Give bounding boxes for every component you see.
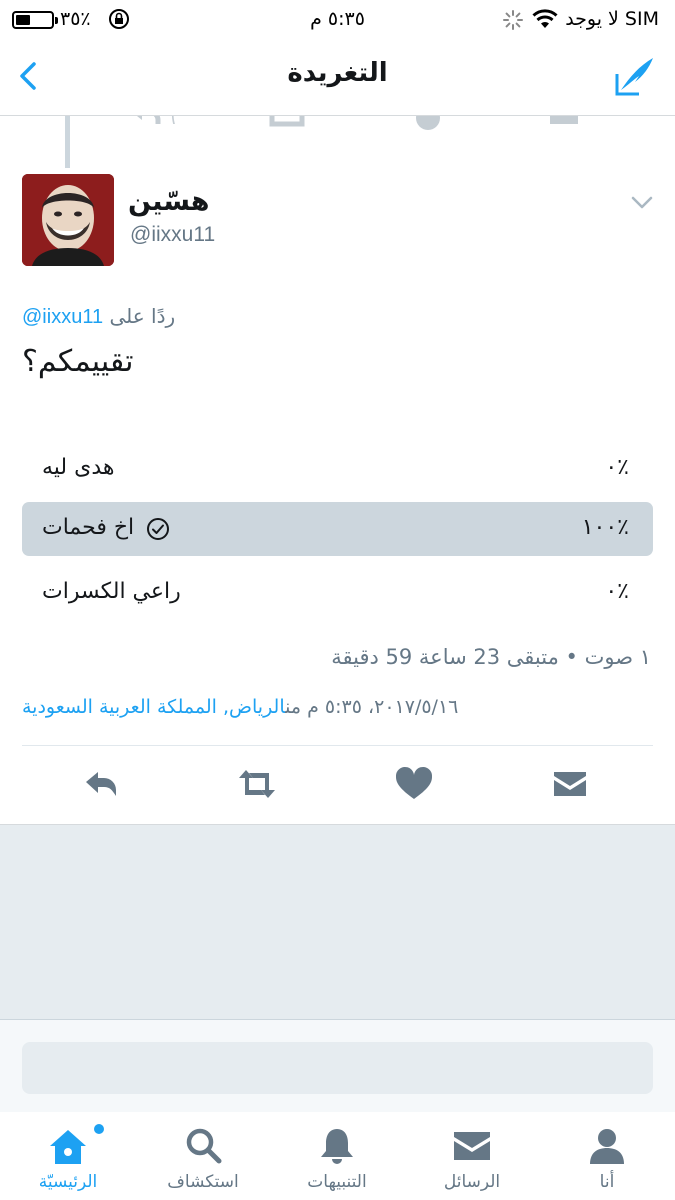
notification-dot xyxy=(94,1124,104,1134)
bell-icon xyxy=(321,1129,353,1164)
tab-me[interactable]: أنا xyxy=(547,1112,667,1200)
heart-icon xyxy=(416,116,440,130)
tab-label: الرئيسيّة xyxy=(38,1172,98,1192)
tweet-location-link[interactable]: الرياض, المملكة العربية السعودية xyxy=(22,696,285,718)
user-handle[interactable]: @iixxu11 xyxy=(130,223,215,247)
thread-line xyxy=(65,116,70,168)
tab-notifications[interactable]: التنبيهات xyxy=(277,1112,397,1200)
from-prefix: من xyxy=(285,696,302,718)
tab-bar: الرئيسيّة استكشاف التنبيهات الرسائل أنا xyxy=(0,1112,675,1200)
envelope-icon[interactable] xyxy=(550,766,590,802)
reply-input[interactable] xyxy=(22,1042,653,1094)
poll-option-3: راعي الكسرات ٠٪ xyxy=(22,566,653,620)
reply-context: @iixxu11 ردًا على xyxy=(22,304,175,329)
poll-option-percent: ٠٪ xyxy=(605,579,629,604)
tweet-timestamp: ٢٠١٧/٥/١٦، ٥:٣٥ م xyxy=(307,696,459,718)
chevron-down-icon[interactable] xyxy=(631,196,653,210)
message-icon xyxy=(550,116,578,124)
compose-tweet-icon[interactable] xyxy=(613,54,657,98)
display-name[interactable]: هسّين xyxy=(128,186,210,217)
tab-label: استكشاف xyxy=(167,1172,239,1192)
previous-tweet-actions: ٦ xyxy=(0,116,675,134)
svg-text:٦: ٦ xyxy=(166,116,176,129)
poll-option-percent: ١٠٠٪ xyxy=(581,515,629,540)
reply-mention-link[interactable]: @iixxu11 xyxy=(22,306,103,328)
search-icon xyxy=(186,1128,222,1164)
poll-option-2: اخ فحمات ١٠٠٪ xyxy=(22,502,653,556)
replies-area xyxy=(0,824,675,1020)
tab-explore[interactable]: استكشاف xyxy=(143,1112,263,1200)
reply-prefix: ردًا على xyxy=(109,304,176,328)
tab-label: أنا xyxy=(599,1172,615,1192)
poll-option-label: راعي الكسرات xyxy=(42,579,181,604)
tweet-meta: ٢٠١٧/٥/١٦، ٥:٣٥ م منالرياض, المملكة العر… xyxy=(22,696,458,718)
tab-messages[interactable]: الرسائل xyxy=(412,1112,532,1200)
poll-option-label: اخ فحمات xyxy=(42,515,135,540)
divider xyxy=(22,745,653,746)
loading-spinner-icon xyxy=(503,10,523,30)
person-icon xyxy=(590,1129,624,1164)
poll-option-1: هدى ليه ٠٪ xyxy=(22,442,653,496)
tab-home[interactable]: الرئيسيّة xyxy=(8,1112,128,1200)
check-circle-icon xyxy=(147,518,169,540)
tab-label: الرسائل xyxy=(443,1172,501,1192)
reply-icon: ٦ xyxy=(137,116,176,129)
home-icon xyxy=(50,1130,86,1164)
retweet-icon xyxy=(269,116,305,127)
poll-option-label: هدى ليه xyxy=(42,455,115,480)
carrier-label: لا يوجد SIM xyxy=(565,8,659,30)
poll-option-percent: ٠٪ xyxy=(605,455,629,480)
nav-bar: التغريدة xyxy=(0,40,675,116)
tab-label: التنبيهات xyxy=(307,1172,367,1192)
tweet-text: تقييمكم؟ xyxy=(22,344,134,379)
page-title: التغريدة xyxy=(287,58,388,88)
reply-icon[interactable] xyxy=(82,766,122,802)
avatar[interactable] xyxy=(22,174,114,266)
retweet-icon[interactable] xyxy=(237,766,277,802)
status-bar: ٣٥٪ ٥:٣٥ م لا يوجد SIM xyxy=(0,0,675,40)
heart-icon[interactable] xyxy=(394,766,434,802)
wifi-icon xyxy=(532,9,558,28)
envelope-icon xyxy=(454,1132,490,1160)
poll-meta: ١ صوت • متبقى 23 ساعة 59 دقيقة xyxy=(331,645,651,669)
